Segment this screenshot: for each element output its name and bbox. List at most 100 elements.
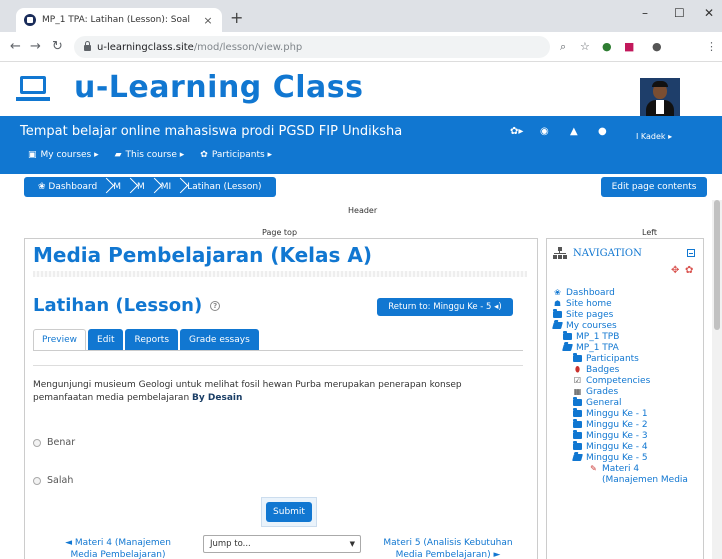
folder-icon xyxy=(573,419,582,428)
menu-participants[interactable]: ✿ Participants ▸ xyxy=(200,150,272,160)
message-icon[interactable]: ● xyxy=(598,126,607,137)
return-to-section-button[interactable]: Return to: Minggu Ke - 5 ◂) xyxy=(377,298,513,316)
url-path: /mod/lesson/view.php xyxy=(193,41,303,53)
tab-preview[interactable]: Preview xyxy=(33,329,87,351)
option-salah[interactable]: Salah xyxy=(33,475,73,486)
tab-reports[interactable]: Reports xyxy=(125,329,179,351)
user-menu[interactable]: I Kadek ▸ xyxy=(636,132,672,141)
submit-button[interactable]: Submit xyxy=(266,502,312,522)
next-activity-link[interactable]: Materi 5 (Analisis Kebutuhan Media Pembe… xyxy=(373,537,523,559)
more-menu-icon[interactable]: ⋮ xyxy=(706,40,717,53)
extension-leaf-icon[interactable]: ● xyxy=(602,40,612,53)
menu-label: Participants ▸ xyxy=(211,150,273,160)
nav-item[interactable]: (Manajemen Media xyxy=(553,474,703,485)
reload-icon[interactable]: ↻ xyxy=(52,39,63,54)
nav-item[interactable]: ❀ Dashboard xyxy=(553,287,703,298)
navigation-tree: ❀ Dashboard ☗ Site home Site pages My courses… xyxy=(552,287,703,485)
nav-item[interactable]: Site pages xyxy=(553,309,703,320)
collapse-icon[interactable] xyxy=(687,249,695,257)
previous-activity-link[interactable]: ◄ Materi 4 (Manajemen Media Pembelajaran… xyxy=(53,537,183,559)
nav-item[interactable]: ☑ Competencies xyxy=(553,375,703,386)
edit-page-contents-button[interactable]: Edit page contents xyxy=(601,177,707,197)
folder-icon xyxy=(553,309,562,318)
browser-tab-bar: MP_1 TPA: Latihan (Lesson): Soal × + – ☐… xyxy=(0,0,722,32)
nav-item[interactable]: Minggu Ke - 4 xyxy=(553,441,703,452)
nav-item[interactable]: My courses xyxy=(552,320,703,331)
nav-item[interactable]: Minggu Ke - 5 xyxy=(553,452,703,463)
custom-menu: ▣ My courses ▸ ▰ This course ▸ ✿ Participan… xyxy=(28,150,272,160)
folder-open-icon xyxy=(562,344,573,351)
nav-item[interactable]: MP_1 TPA xyxy=(553,342,703,353)
extension-red-icon[interactable]: ■ xyxy=(624,40,634,53)
nav-item[interactable]: Minggu Ke - 2 xyxy=(553,419,703,430)
breadcrumb-current[interactable]: Latihan (Lesson) xyxy=(179,182,269,192)
nav-item[interactable]: ⬮ Badges xyxy=(553,364,703,375)
option-label: Benar xyxy=(47,437,76,448)
nav-item[interactable]: ☗ Site home xyxy=(553,298,703,309)
page-scrollbar[interactable] xyxy=(712,200,722,559)
folder-open-icon xyxy=(552,322,563,329)
search-icon[interactable]: ⌕ xyxy=(560,40,566,54)
window-close-icon[interactable]: ✕ xyxy=(704,6,714,20)
option-benar[interactable]: Benar xyxy=(33,437,75,448)
maximize-icon[interactable]: ☐ xyxy=(674,6,685,20)
back-arrow-icon[interactable]: ← xyxy=(10,39,21,54)
new-tab-button[interactable]: + xyxy=(230,8,243,27)
circle-icon[interactable]: ◉ xyxy=(540,126,549,137)
breadcrumb: ❀ Dashboard M M MI Latihan (Lesson) xyxy=(24,177,276,197)
nav-item[interactable]: ▦ Grades xyxy=(553,386,703,397)
users-icon: ✿ xyxy=(200,150,208,160)
folder-icon xyxy=(573,408,582,417)
nav-item[interactable]: Minggu Ke - 3 xyxy=(553,430,703,441)
tab-grade-essays[interactable]: Grade essays xyxy=(180,329,259,351)
folder-icon xyxy=(573,397,582,406)
profile-icon[interactable]: ● xyxy=(652,40,662,53)
settings-menu-icon[interactable]: ✿▸ xyxy=(510,126,523,137)
menu-label: My courses ▸ xyxy=(40,150,99,160)
question-text: Mengunjungi musieum Geologi untuk meliha… xyxy=(33,379,511,405)
help-icon[interactable]: ? xyxy=(210,300,221,311)
laptop-logo-icon xyxy=(20,76,46,94)
page-top-region-label: Page top xyxy=(262,228,298,237)
gear-icon[interactable]: ✿ xyxy=(685,265,693,276)
tab-close-icon[interactable]: × xyxy=(202,14,214,27)
nav-item[interactable]: MP_1 TPB xyxy=(553,331,703,342)
nav-item[interactable]: General xyxy=(553,397,703,408)
navigation-title: NAVIGATION xyxy=(573,247,642,259)
question-emphasis: By Desain xyxy=(192,393,243,403)
scrollbar-thumb[interactable] xyxy=(714,200,720,330)
nav-item[interactable]: Minggu Ke - 1 xyxy=(553,408,703,419)
breadcrumb-row: ❀ Dashboard M M MI Latihan (Lesson) Edit… xyxy=(0,174,722,200)
breadcrumb-dashboard[interactable]: ❀ Dashboard xyxy=(30,182,105,192)
lesson-title-text: Latihan (Lesson) xyxy=(33,295,203,316)
laptop-logo-base xyxy=(16,97,50,101)
header-region-label: Header xyxy=(348,206,378,215)
jump-to-select[interactable]: Jump to... ▼ xyxy=(203,535,361,553)
radio-benar[interactable] xyxy=(33,438,41,447)
submit-container: Submit xyxy=(261,497,317,527)
navigation-block: NAVIGATION ✥ ✿ ❀ Dashboard ☗ Site home Site … xyxy=(546,238,704,559)
left-region-label: Left xyxy=(642,228,658,237)
nav-item-label: (Manajemen Media xyxy=(602,475,688,485)
favicon-icon xyxy=(24,14,36,26)
url-field[interactable]: u-learningclass.site /mod/lesson/view.ph… xyxy=(74,36,550,58)
bell-icon[interactable]: ▲ xyxy=(570,126,578,137)
tab-edit[interactable]: Edit xyxy=(88,329,124,351)
forward-arrow-icon[interactable]: → xyxy=(30,39,41,54)
star-icon[interactable]: ☆ xyxy=(580,40,590,53)
folder-icon xyxy=(573,441,582,450)
content-divider xyxy=(33,365,523,366)
lesson-tabs: Preview Edit Reports Grade essays xyxy=(33,329,261,351)
site-name[interactable]: u-Learning Class xyxy=(74,70,363,105)
nav-item[interactable]: ✎ Materi 4 xyxy=(553,463,703,474)
move-icon[interactable]: ✥ xyxy=(671,265,679,276)
nav-item[interactable]: Participants xyxy=(553,353,703,364)
radio-salah[interactable] xyxy=(33,476,41,485)
url-host: u-learningclass.site xyxy=(97,41,194,53)
browser-tab[interactable]: MP_1 TPA: Latihan (Lesson): Soal × xyxy=(16,8,222,32)
chevron-down-icon: ▼ xyxy=(349,540,355,548)
book-icon: ▰ xyxy=(114,150,122,160)
minimize-icon[interactable]: – xyxy=(642,6,648,20)
menu-my-courses[interactable]: ▣ My courses ▸ xyxy=(28,150,99,160)
menu-this-course[interactable]: ▰ This course ▸ xyxy=(115,150,185,160)
